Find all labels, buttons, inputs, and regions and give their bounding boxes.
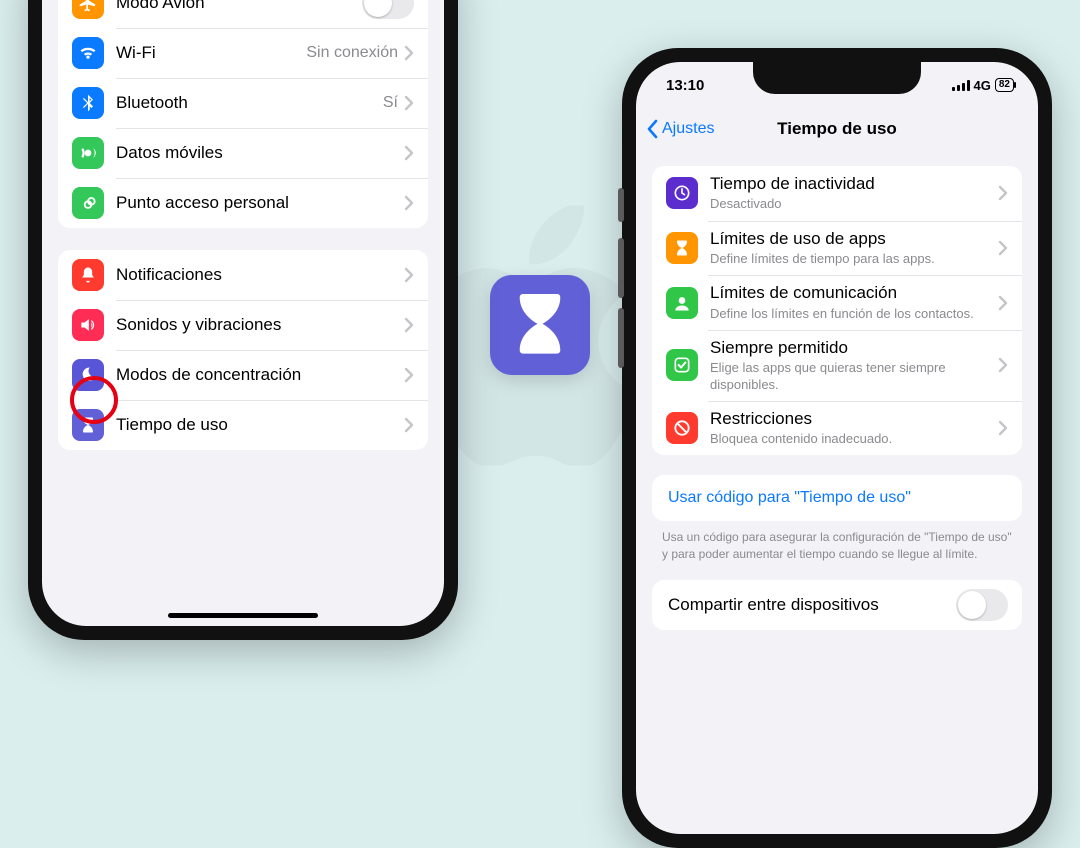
screen-time-options: Tiempo de inactividad Desactivado Límite… <box>652 166 1022 455</box>
row-always-allowed[interactable]: Siempre permitido Elige las apps que qui… <box>652 330 1022 401</box>
bluetooth-label: Bluetooth <box>116 93 383 113</box>
row-cellular[interactable]: Datos móviles <box>58 128 428 178</box>
side-button <box>618 188 624 222</box>
applimit-sub: Define límites de tiempo para las apps. <box>710 251 998 267</box>
person-icon <box>666 287 698 319</box>
passcode-hint: Usa un código para asegurar la configura… <box>662 529 1012 561</box>
row-sounds[interactable]: Sonidos y vibraciones <box>58 300 428 350</box>
chevron-right-icon <box>998 185 1008 201</box>
chevron-right-icon <box>998 357 1008 373</box>
passcode-link[interactable]: Usar código para "Tiempo de uso" <box>668 489 1006 507</box>
hotspot-label: Punto acceso personal <box>116 193 404 213</box>
signal-icon <box>952 79 970 91</box>
comm-title: Límites de comunicación <box>710 283 998 303</box>
airplane-icon <box>72 0 104 19</box>
speaker-icon <box>72 309 104 341</box>
screen-right: 13:10 4G 82 Ajustes Tiempo de uso Tiempo… <box>636 62 1038 834</box>
row-bluetooth[interactable]: Bluetooth Sí <box>58 78 428 128</box>
chevron-right-icon <box>404 145 414 161</box>
row-communication-limits[interactable]: Límites de comunicación Define los límit… <box>652 275 1022 330</box>
chevron-right-icon <box>404 317 414 333</box>
airplane-toggle[interactable] <box>362 0 414 19</box>
airplane-label: Modo Avión <box>116 0 362 13</box>
sounds-label: Sonidos y vibraciones <box>116 315 404 335</box>
downtime-sub: Desactivado <box>710 196 998 212</box>
notifications-label: Notificaciones <box>116 265 404 285</box>
hotspot-icon <box>72 187 104 219</box>
chevron-right-icon <box>404 367 414 383</box>
nav-title: Tiempo de uso <box>777 119 897 139</box>
side-button <box>618 308 624 368</box>
chevron-right-icon <box>998 420 1008 436</box>
back-label: Ajustes <box>662 120 714 138</box>
screen-time-app-icon <box>490 275 590 375</box>
row-wifi[interactable]: Wi-Fi Sin conexión <box>58 28 428 78</box>
chevron-right-icon <box>404 267 414 283</box>
notch <box>753 62 921 94</box>
side-button <box>618 238 624 298</box>
row-share-devices[interactable]: Compartir entre dispositivos <box>652 580 1022 630</box>
row-downtime[interactable]: Tiempo de inactividad Desactivado <box>652 166 1022 221</box>
check-shield-icon <box>666 349 698 381</box>
screen-left: Modo Avión Wi-Fi Sin conexión Bluetooth … <box>42 0 444 626</box>
cellular-icon <box>72 137 104 169</box>
status-time: 13:10 <box>660 77 704 94</box>
allowed-title: Siempre permitido <box>710 338 998 358</box>
wifi-detail: Sin conexión <box>306 44 398 62</box>
restrict-title: Restricciones <box>710 409 998 429</box>
row-notifications[interactable]: Notificaciones <box>58 250 428 300</box>
network-type: 4G <box>974 78 991 93</box>
wifi-label: Wi-Fi <box>116 43 306 63</box>
passcode-link-card[interactable]: Usar código para "Tiempo de uso" <box>652 475 1022 521</box>
allowed-sub: Elige las apps que quieras tener siempre… <box>710 360 998 393</box>
share-toggle[interactable] <box>956 589 1008 621</box>
row-hotspot[interactable]: Punto acceso personal <box>58 178 428 228</box>
chevron-right-icon <box>998 240 1008 256</box>
chevron-right-icon <box>404 195 414 211</box>
downtime-icon <box>666 177 698 209</box>
chevron-left-icon <box>646 119 660 139</box>
settings-group-connectivity: Modo Avión Wi-Fi Sin conexión Bluetooth … <box>58 0 428 228</box>
moon-icon <box>72 359 104 391</box>
focus-label: Modos de concentración <box>116 365 404 385</box>
share-card: Compartir entre dispositivos <box>652 580 1022 630</box>
applimit-title: Límites de uso de apps <box>710 229 998 249</box>
no-entry-icon <box>666 412 698 444</box>
settings-group-general: Notificaciones Sonidos y vibraciones Mod… <box>58 250 428 450</box>
bluetooth-detail: Sí <box>383 94 398 112</box>
row-screen-time[interactable]: Tiempo de uso <box>58 400 428 450</box>
battery-icon: 82 <box>995 78 1014 92</box>
back-button[interactable]: Ajustes <box>646 108 714 150</box>
row-restrictions[interactable]: Restricciones Bloquea contenido inadecua… <box>652 401 1022 456</box>
bell-icon <box>72 259 104 291</box>
cellular-label: Datos móviles <box>116 143 404 163</box>
comm-sub: Define los límites en función de los con… <box>710 306 998 322</box>
iphone-right: 13:10 4G 82 Ajustes Tiempo de uso Tiempo… <box>622 48 1052 848</box>
chevron-right-icon <box>998 295 1008 311</box>
hourglass-icon <box>666 232 698 264</box>
row-focus[interactable]: Modos de concentración <box>58 350 428 400</box>
hourglass-icon <box>72 409 104 441</box>
nav-header: Ajustes Tiempo de uso <box>636 108 1038 150</box>
chevron-right-icon <box>404 45 414 61</box>
bluetooth-icon <box>72 87 104 119</box>
row-airplane-mode[interactable]: Modo Avión <box>58 0 428 28</box>
chevron-right-icon <box>404 95 414 111</box>
iphone-left: Modo Avión Wi-Fi Sin conexión Bluetooth … <box>28 0 458 640</box>
share-label: Compartir entre dispositivos <box>668 595 956 615</box>
home-indicator <box>168 613 318 618</box>
chevron-right-icon <box>404 417 414 433</box>
wifi-icon <box>72 37 104 69</box>
row-app-limits[interactable]: Límites de uso de apps Define límites de… <box>652 221 1022 276</box>
downtime-title: Tiempo de inactividad <box>710 174 998 194</box>
screen-time-label: Tiempo de uso <box>116 415 404 435</box>
restrict-sub: Bloquea contenido inadecuado. <box>710 431 998 447</box>
